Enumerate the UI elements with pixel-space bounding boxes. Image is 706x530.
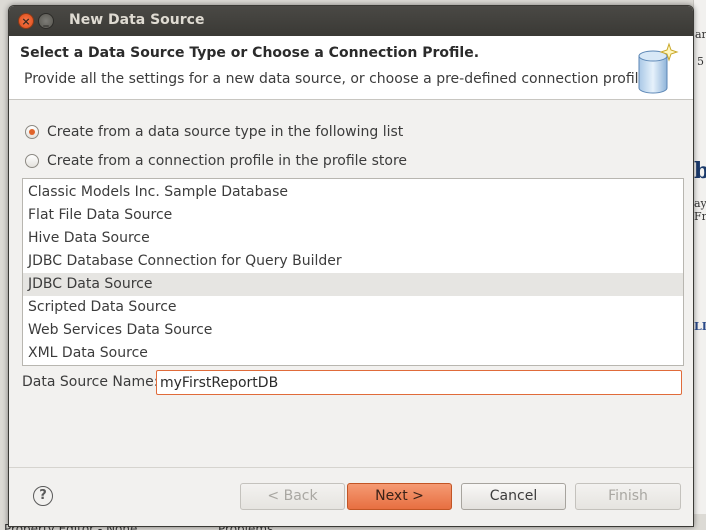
minimize-window-button[interactable]: _ <box>38 13 54 29</box>
list-item[interactable]: Hive Data Source <box>23 227 683 250</box>
back-button[interactable]: < Back <box>240 483 345 510</box>
help-button[interactable]: ? <box>33 486 53 506</box>
bg-fragment: Fra <box>694 210 706 223</box>
list-item[interactable]: JDBC Database Connection for Query Build… <box>23 250 683 273</box>
create-from-type-radio[interactable] <box>25 125 39 139</box>
database-icon <box>638 42 679 94</box>
wizard-page-description: Provide all the settings for a new data … <box>24 71 652 87</box>
data-source-name-input[interactable] <box>156 370 682 395</box>
create-from-type-option[interactable]: Create from a data source type in the fo… <box>25 122 403 142</box>
help-icon: ? <box>39 488 47 503</box>
bg-fragment: 5 <box>697 55 704 68</box>
cancel-button[interactable]: Cancel <box>461 483 566 510</box>
new-data-source-dialog: × _ New Data Source Select a Data Source… <box>8 5 694 527</box>
close-window-button[interactable]: × <box>18 13 34 29</box>
bg-fragment: ay <box>694 197 706 210</box>
list-item[interactable]: Classic Models Inc. Sample Database <box>23 181 683 204</box>
list-item[interactable]: Flat File Data Source <box>23 204 683 227</box>
create-from-profile-label: Create from a connection profile in the … <box>47 153 408 169</box>
bg-fragment: ar <box>695 28 706 41</box>
bg-fragment: bc <box>694 158 706 184</box>
finish-button[interactable]: Finish <box>575 483 681 510</box>
bg-fragment: LIN <box>694 320 706 333</box>
window-title: New Data Source <box>69 12 205 28</box>
create-from-profile-option[interactable]: Create from a connection profile in the … <box>25 151 407 171</box>
create-from-type-label: Create from a data source type in the fo… <box>47 124 404 140</box>
background-app-left <box>0 0 8 530</box>
list-item[interactable]: Web Services Data Source <box>23 319 683 342</box>
wizard-header: Select a Data Source Type or Choose a Co… <box>9 36 693 100</box>
close-icon: × <box>21 15 31 28</box>
data-source-type-list[interactable]: Classic Models Inc. Sample Database Flat… <box>22 178 684 366</box>
create-from-profile-radio[interactable] <box>25 154 39 168</box>
background-app-right: ar 5 bc ay Fra LIN <box>693 0 706 530</box>
title-bar: × _ New Data Source <box>9 6 693 36</box>
data-source-name-label: Data Source Name: <box>22 374 159 390</box>
minimize-icon: _ <box>43 14 49 27</box>
next-button[interactable]: Next > <box>347 483 452 510</box>
button-bar-divider <box>9 467 693 468</box>
list-item[interactable]: Scripted Data Source <box>23 296 683 319</box>
list-item[interactable]: XML Data Source <box>23 342 683 365</box>
list-item-selected[interactable]: JDBC Data Source <box>23 273 683 296</box>
wizard-page-title: Select a Data Source Type or Choose a Co… <box>20 45 480 61</box>
